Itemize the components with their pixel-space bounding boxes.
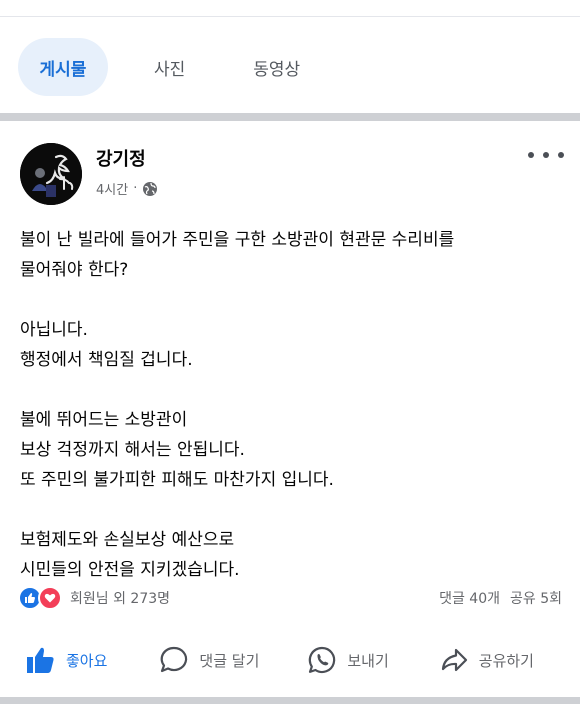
- meta-separator: ·: [133, 181, 138, 196]
- post-paragraph: 불이 난 빌라에 들어가 주민을 구한 소방관이 현관문 수리비를 물어줘야 한…: [20, 225, 560, 285]
- comment-bubble-icon: [160, 646, 188, 673]
- comments-count[interactable]: 댓글 40개: [439, 588, 500, 608]
- shares-count[interactable]: 공유 5회: [510, 588, 562, 608]
- globe-icon: [143, 181, 158, 196]
- like-label: 좋아요: [66, 651, 108, 670]
- avatar-image: [20, 143, 82, 205]
- share-button[interactable]: 공유하기: [439, 645, 534, 675]
- post-line: 또 주민의 불가피한 피해도 마찬가지 입니다.: [20, 470, 334, 490]
- post-line: 보험제도와 손실보상 예산으로: [20, 530, 235, 550]
- more-dot-icon: [528, 152, 534, 158]
- comment-button[interactable]: 댓글 달기: [159, 645, 259, 675]
- reaction-icons[interactable]: [18, 586, 62, 610]
- send-label: 보내기: [347, 651, 389, 670]
- like-button[interactable]: 좋아요: [24, 644, 107, 676]
- post-line: 물어줘야 한다?: [20, 260, 129, 280]
- post-line: 아닙니다.: [20, 320, 88, 340]
- post-body: 불이 난 빌라에 들어가 주민을 구한 소방관이 현관문 수리비를 물어줘야 한…: [20, 225, 560, 615]
- post-paragraph: 불에 뛰어드는 소방관이 보상 걱정까지 해서는 안됩니다. 또 주민의 불가피…: [20, 405, 560, 495]
- avatar[interactable]: [20, 143, 82, 205]
- post-meta: 4시간 ·: [96, 179, 158, 198]
- share-label: 공유하기: [478, 651, 534, 670]
- post-actions: 좋아요 댓글 달기 보내기 공유하기: [0, 635, 580, 685]
- more-dot-icon: [543, 152, 549, 158]
- post-card: 강기정 4시간 · 불이 난 빌라에 들어가 주민을 구한 소방관이 현관문 수…: [0, 121, 580, 697]
- reactions-summary[interactable]: 회원님 외 273명: [70, 588, 170, 608]
- thumbs-up-icon: [27, 647, 54, 673]
- top-divider: [0, 16, 580, 17]
- engagement-counts: 댓글 40개 공유 5회: [439, 588, 562, 608]
- post-line: 행정에서 책임질 겁니다.: [20, 350, 193, 370]
- more-options-button[interactable]: [528, 145, 564, 165]
- more-dot-icon: [558, 152, 564, 158]
- post-line: 보상 걱정까지 해서는 안됩니다.: [20, 440, 245, 460]
- reactions-bar: 회원님 외 273명 댓글 40개 공유 5회: [18, 585, 562, 611]
- section-separator: [0, 113, 580, 121]
- post-paragraph: 보험제도와 손실보상 예산으로 시민들의 안전을 지키겠습니다.: [20, 525, 560, 585]
- author-name[interactable]: 강기정: [96, 145, 146, 171]
- tab-photos[interactable]: 사진: [138, 38, 201, 96]
- post-paragraph: 아닙니다. 행정에서 책임질 겁니다.: [20, 315, 560, 375]
- next-card-edge: [0, 704, 580, 717]
- post-line: 시민들의 안전을 지키겠습니다.: [20, 560, 240, 580]
- profile-tabs: 게시물 사진 동영상: [0, 36, 580, 98]
- post-line: 불에 뛰어드는 소방관이: [20, 410, 188, 430]
- tab-videos[interactable]: 동영상: [237, 38, 316, 96]
- tab-posts[interactable]: 게시물: [18, 38, 108, 96]
- bottom-separator: [0, 697, 580, 717]
- post-line: 불이 난 빌라에 들어가 주민을 구한 소방관이 현관문 수리비를: [20, 230, 455, 250]
- share-arrow-icon: [441, 648, 467, 672]
- love-reaction-icon: [38, 586, 62, 610]
- comment-label: 댓글 달기: [199, 651, 260, 670]
- post-time[interactable]: 4시간: [96, 179, 128, 198]
- send-button[interactable]: 보내기: [307, 645, 389, 675]
- whatsapp-icon: [309, 646, 336, 674]
